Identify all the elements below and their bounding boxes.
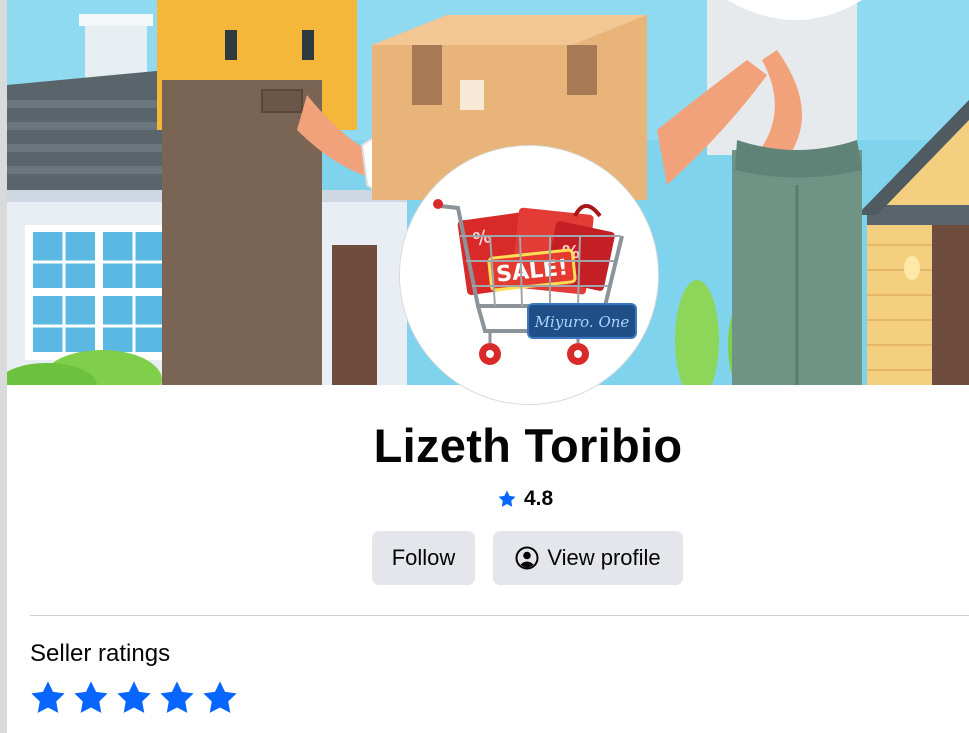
star-icon [115, 679, 153, 722]
seller-name: Lizeth Toribio [373, 419, 683, 472]
follow-button-label: Follow [391, 545, 456, 570]
star-icon [29, 679, 67, 722]
section-divider [30, 615, 969, 616]
view-profile-button[interactable]: View profile [493, 531, 683, 585]
seller-ratings-stars [29, 679, 239, 722]
star-icon [158, 679, 196, 722]
follow-button[interactable]: Follow [372, 531, 475, 585]
view-profile-button-label: View profile [547, 545, 661, 570]
brand-tag-text: Miyuro. One [534, 313, 630, 331]
seller-rating: 4.8 [497, 486, 553, 512]
seller-profile-panel: % % SALE! [7, 0, 969, 733]
star-icon [201, 679, 239, 722]
rating-value: 4.8 [524, 487, 554, 510]
user-circle-icon [515, 546, 539, 570]
shopping-cart-logo: % % SALE! [400, 146, 658, 404]
star-icon [498, 490, 516, 507]
star-icon [72, 679, 110, 722]
seller-ratings-heading: Seller ratings [30, 640, 171, 667]
seller-avatar[interactable]: % % SALE! [400, 146, 658, 404]
